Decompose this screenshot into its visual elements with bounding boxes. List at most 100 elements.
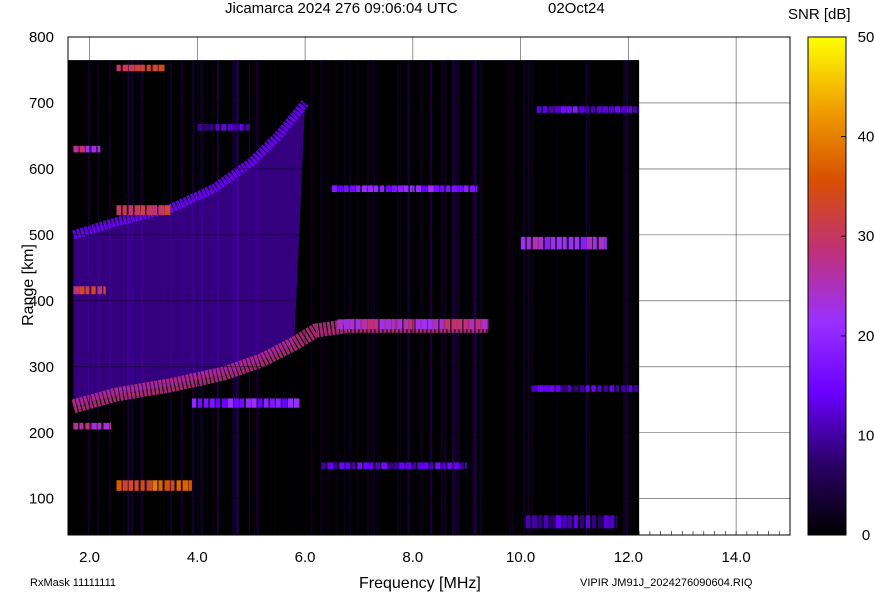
echo-patch — [555, 385, 561, 392]
echo-patch — [416, 185, 422, 193]
y-axis-label: Range [km] — [19, 244, 37, 326]
echo-patch — [344, 185, 349, 193]
colorbar-label: SNR [dB] — [788, 6, 851, 23]
echo-patch — [543, 515, 549, 529]
echo-patch — [146, 480, 153, 491]
x-axis-label: Frequency [MHz] — [359, 575, 481, 592]
echo-patch — [251, 398, 257, 408]
echo-patch — [476, 185, 478, 193]
echo-patch — [615, 515, 618, 529]
echo-patch — [555, 515, 562, 529]
echo-patch — [440, 185, 445, 193]
echo-patch — [79, 422, 84, 430]
ionogram-chart: 2.0 4.0 6.0 8.0 10.0 12.0 14.01002003004005006… — [29, 29, 874, 566]
echo-patch — [164, 205, 171, 216]
echo-patch — [203, 398, 209, 408]
echo-patch — [233, 398, 240, 408]
echo-patch — [122, 480, 128, 491]
echo-patch — [188, 480, 192, 491]
colorbar-tick-label: 0 — [862, 527, 870, 544]
echo-patch — [633, 385, 639, 392]
echo-patch — [469, 319, 475, 330]
echo-patch — [380, 185, 385, 193]
echo-patch — [567, 385, 572, 392]
echo-patch — [215, 398, 221, 408]
echo-patch — [182, 480, 189, 491]
echo-patch — [343, 319, 349, 330]
noise-streak — [629, 60, 632, 536]
echo-patch — [578, 106, 585, 113]
colorbar-tick-label: 40 — [858, 129, 874, 146]
echo-patch — [598, 236, 605, 250]
echo-patch — [562, 236, 567, 250]
echo-patch — [164, 480, 170, 491]
noise-streak — [506, 60, 508, 536]
echo-patch — [579, 385, 585, 392]
echo-patch — [91, 286, 96, 295]
echo-patch — [146, 205, 153, 216]
echo-patch — [556, 236, 562, 250]
echo-patch — [572, 106, 578, 113]
colorbar-tick-label: 50 — [858, 29, 874, 46]
echo-patch — [197, 398, 202, 408]
echo-patch — [209, 398, 215, 408]
echo-patch — [391, 319, 396, 330]
echo-patch — [351, 462, 356, 470]
echo-patch — [538, 236, 544, 250]
chart-date: 02Oct24 — [548, 0, 605, 17]
echo-patch — [586, 236, 592, 250]
echo-patch — [410, 185, 415, 193]
echo-patch — [614, 106, 621, 113]
echo-patch — [475, 319, 481, 330]
echo-patch — [97, 145, 101, 153]
echo-patch — [520, 236, 526, 250]
rxmask-label: RxMask 11111111 — [30, 577, 117, 589]
echo-patch — [561, 385, 568, 392]
echo-patch — [621, 385, 627, 392]
echo-patch — [103, 422, 110, 430]
echo-patch — [602, 106, 609, 113]
echo-patch — [128, 64, 135, 72]
echo-patch — [355, 319, 361, 330]
echo-patch — [441, 462, 447, 470]
echo-patch — [245, 124, 250, 131]
echo-patch — [152, 480, 158, 491]
heatmap-layer — [68, 60, 640, 536]
echo-patch — [415, 319, 421, 330]
echo-patch — [452, 185, 458, 193]
echo-patch — [422, 185, 428, 193]
echo-patch — [158, 64, 164, 72]
echo-patch — [537, 515, 543, 529]
echo-patch — [531, 515, 538, 529]
echo-patch — [73, 286, 80, 295]
y-tick-label: 600 — [29, 161, 54, 178]
echo-patch — [549, 515, 556, 529]
echo-patch — [428, 185, 434, 193]
noise-streak — [471, 60, 474, 536]
noise-streak — [586, 60, 588, 536]
echo-patch — [417, 462, 424, 470]
echo-patch — [481, 319, 488, 330]
colorbar-tick-label: 30 — [858, 228, 874, 245]
echo-patch — [398, 185, 404, 193]
echo-patch — [549, 385, 555, 392]
echo-patch — [397, 319, 403, 330]
noise-streak — [588, 60, 590, 536]
echo-patch — [227, 124, 234, 131]
echo-patch — [91, 422, 97, 430]
echo-patch — [122, 64, 128, 72]
echo-patch — [356, 185, 361, 193]
echo-patch — [170, 480, 175, 491]
echo-patch — [374, 185, 379, 193]
echo-patch — [620, 106, 627, 113]
y-tick-label: 300 — [29, 359, 54, 376]
echo-patch — [128, 205, 134, 216]
echo-patch — [632, 106, 638, 113]
echo-patch — [580, 236, 587, 250]
y-tick-label: 800 — [29, 29, 54, 46]
echo-patch — [463, 319, 468, 330]
echo-patch — [345, 462, 351, 470]
echo-patch — [453, 462, 460, 470]
echo-patch — [487, 319, 489, 330]
echo-patch — [568, 236, 574, 250]
